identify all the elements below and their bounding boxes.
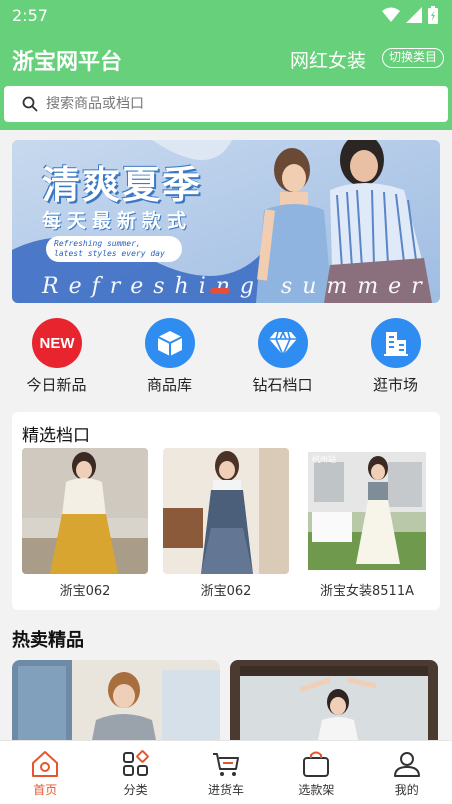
current-category: 网红女装 [289,50,366,72]
user-icon [393,752,420,777]
quick-menu: NEW 今日新品 商品库 钻石档口 逛市场 [0,318,452,398]
quick-item-label: 逛市场 [372,376,418,394]
section-title: 热卖精品 [12,630,84,651]
tab-label: 我的 [394,783,419,797]
tab-label: 进货车 [207,783,244,797]
promo-banner[interactable]: 清爽夏季 每天最新款式 Refreshing summer, latest st… [12,140,440,303]
quick-item-new-arrivals[interactable]: NEW 今日新品 [0,318,113,398]
bag-icon [303,751,330,777]
status-icons [382,6,438,24]
stall-image [22,448,148,574]
banner-tagline-line2: latest styles every day [54,249,165,258]
svg-text:NEW: NEW [39,335,75,352]
stall-name: 浙宝062 [59,584,111,599]
diamond-icon [257,318,308,368]
tab-home[interactable]: 首页 [0,741,90,804]
stall-image [163,448,289,574]
featured-stalls-section: 精选档口 浙宝062 浙宝062 杭州站 浙宝女装8511A [12,412,440,610]
box-icon [144,318,195,368]
status-bar: 2:57 [0,0,452,32]
tab-label: 分类 [123,783,148,797]
search-bar[interactable] [4,86,448,122]
photo-location-tag: 杭州站 [312,455,336,464]
quick-item-label: 钻石档口 [252,376,313,394]
product-card[interactable] [230,660,438,750]
bottom-tab-bar: 首页 分类 进货车 选款架 我的 [0,740,452,804]
tab-profile[interactable]: 我的 [362,741,452,804]
tab-style-rack[interactable]: 选款架 [271,741,361,804]
quick-item-product-library[interactable]: 商品库 [113,318,226,398]
quick-item-label: 今日新品 [26,376,87,394]
new-badge-icon: NEW [31,318,82,368]
stall-name: 浙宝女装8511A [320,584,414,599]
tab-label: 选款架 [298,783,335,797]
building-icon [370,318,421,368]
section-title: 精选档口 [22,426,90,446]
tab-cart[interactable]: 进货车 [181,741,271,804]
banner-script-text: Refreshing summer [42,274,432,299]
app-title: 浙宝网平台 [12,50,123,75]
search-icon [22,96,38,112]
stall-name: 浙宝062 [200,584,252,599]
search-input[interactable] [46,96,406,112]
banner-subtitle: 每天最新款式 [42,210,193,232]
switch-category-button[interactable]: 切换类目 [381,48,444,68]
product-image [230,660,438,750]
home-icon [32,751,59,777]
product-card[interactable] [12,660,220,750]
signal-icon [406,7,422,23]
stall-card[interactable]: 浙宝062 [22,448,148,599]
cart-icon [212,753,239,776]
quick-item-browse-market[interactable]: 逛市场 [339,318,452,398]
product-image [12,660,220,750]
quick-item-diamond-stalls[interactable]: 钻石档口 [226,318,339,398]
tab-category[interactable]: 分类 [90,741,180,804]
stall-card[interactable]: 浙宝062 [163,448,289,599]
banner-tagline: Refreshing summer, latest styles every d… [46,236,182,262]
status-time: 2:57 [12,6,48,25]
quick-item-label: 商品库 [146,376,192,394]
stall-card[interactable]: 杭州站 浙宝女装8511A [304,448,430,599]
banner-tagline-line1: Refreshing summer, [54,239,141,248]
tab-label: 首页 [33,783,58,797]
category-icon [122,750,149,776]
carousel-indicator [210,288,230,294]
header: 浙宝网平台 网红女装 切换类目 [0,32,452,130]
stall-image: 杭州站 [304,448,430,574]
battery-icon [428,6,438,24]
wifi-icon [382,7,400,22]
banner-title: 清爽夏季 [42,163,203,207]
